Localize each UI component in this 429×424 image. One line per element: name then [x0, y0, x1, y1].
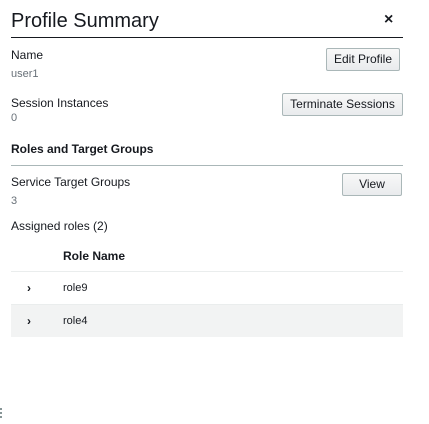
edit-profile-button[interactable]: Edit Profile [326, 48, 400, 71]
role-name-column-header: Role Name [63, 249, 126, 263]
table-row[interactable]: › role9 [11, 272, 403, 304]
terminate-sessions-button[interactable]: Terminate Sessions [282, 93, 403, 116]
roles-section-heading: Roles and Target Groups [11, 142, 154, 156]
assigned-roles-label: Assigned roles (2) [11, 219, 108, 233]
chevron-right-icon[interactable]: › [27, 281, 31, 295]
view-target-groups-button[interactable]: View [342, 173, 402, 196]
profile-summary-panel: Profile Summary × Name user1 Edit Profil… [0, 0, 429, 424]
service-target-groups-value: 3 [11, 195, 18, 207]
session-instances-value: 0 [11, 112, 18, 124]
table-row[interactable]: › role4 [11, 305, 403, 337]
name-label: Name [11, 48, 44, 62]
service-target-groups-label: Service Target Groups [11, 175, 131, 189]
resize-handle-icon[interactable] [0, 408, 2, 420]
title-divider [11, 37, 403, 38]
role-name-cell: role9 [63, 282, 88, 294]
name-value: user1 [11, 68, 39, 80]
panel-title: Profile Summary [11, 10, 159, 32]
close-icon[interactable]: × [384, 10, 393, 30]
section-divider [11, 165, 403, 166]
chevron-right-icon[interactable]: › [27, 314, 31, 328]
session-instances-label: Session Instances [11, 96, 109, 110]
role-name-cell: role4 [63, 315, 88, 327]
